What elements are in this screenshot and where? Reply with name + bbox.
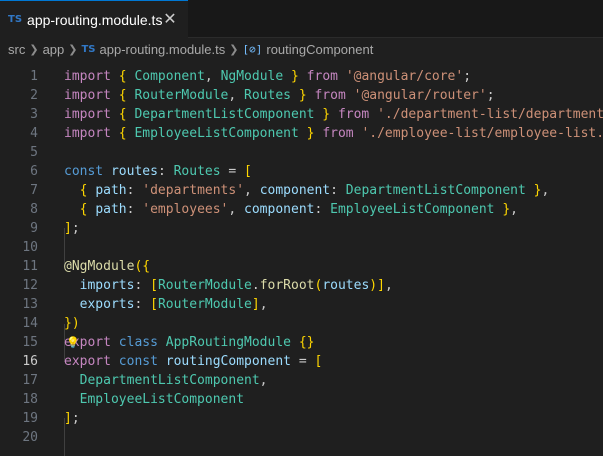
code-line[interactable]: 8 { path: 'employees', component: Employ… xyxy=(0,200,603,219)
breadcrumb-item-app[interactable]: app xyxy=(43,42,65,57)
code-text: ]; xyxy=(64,221,80,236)
line-number: 3 xyxy=(30,107,38,122)
lightbulb-icon[interactable]: 💡 xyxy=(66,333,80,352)
code-text: import { Component, NgModule } from '@an… xyxy=(64,69,472,84)
code-text: exports: [RouterModule], xyxy=(79,297,268,312)
code-line[interactable]: 14}) xyxy=(0,314,603,333)
line-number: 17 xyxy=(22,373,38,388)
code-text: { path: 'employees', component: Employee… xyxy=(79,202,518,217)
close-icon[interactable]: ✕ xyxy=(162,11,178,27)
code-line[interactable]: 9]; xyxy=(0,219,603,238)
line-number: 9 xyxy=(30,221,38,236)
code-line[interactable]: 19]; xyxy=(0,409,603,428)
breadcrumb-item-file[interactable]: app-routing.module.ts xyxy=(100,42,226,57)
line-number: 10 xyxy=(22,240,38,255)
line-number: 15 xyxy=(22,335,38,350)
code-text: import { EmployeeListComponent } from '.… xyxy=(64,126,603,141)
code-line[interactable]: 16 export const routingComponent = [ xyxy=(0,352,603,371)
line-number: 6 xyxy=(30,164,38,179)
code-text: DepartmentListComponent, xyxy=(79,373,268,388)
line-number: 8 xyxy=(30,202,38,217)
typescript-icon: TS xyxy=(81,43,96,55)
line-number: 7 xyxy=(30,183,38,198)
code-text: import { RouterModule, Routes } from '@a… xyxy=(64,88,495,103)
breadcrumb: src ❯ app ❯ TS app-routing.module.ts ❯ [… xyxy=(0,38,603,60)
tab-title: app-routing.module.ts xyxy=(27,11,163,28)
code-line[interactable]: 20 xyxy=(0,428,603,447)
code-line[interactable]: 1 import { Component, NgModule } from '@a… xyxy=(0,67,603,86)
code-line[interactable]: 11 @NgModule({ xyxy=(0,257,603,276)
tab-bar: TS app-routing.module.ts ✕ xyxy=(0,0,603,38)
code-line[interactable]: 12 imports: [RouterModule.forRoot(routes… xyxy=(0,276,603,295)
line-number: 16 xyxy=(22,354,38,369)
code-line[interactable]: 5 xyxy=(0,143,603,162)
code-line[interactable]: 13 exports: [RouterModule], xyxy=(0,295,603,314)
code-line[interactable]: 18 EmployeeListComponent xyxy=(0,390,603,409)
line-number: 12 xyxy=(22,278,38,293)
line-number: 18 xyxy=(22,392,38,407)
chevron-right-icon: ❯ xyxy=(29,42,39,56)
code-text: { path: 'departments', component: Depart… xyxy=(79,183,550,198)
code-text: }) xyxy=(64,316,80,331)
breadcrumb-item-src[interactable]: src xyxy=(8,42,25,57)
code-text: export const routingComponent = [ xyxy=(64,354,323,369)
code-line[interactable]: 10 xyxy=(0,238,603,257)
code-text: import { DepartmentListComponent } from … xyxy=(64,107,603,122)
line-number: 20 xyxy=(22,430,38,445)
line-number: 5 xyxy=(30,145,38,160)
code-line[interactable]: 17 DepartmentListComponent, xyxy=(0,371,603,390)
code-text: EmployeeListComponent xyxy=(79,392,245,407)
tab-app-routing-module[interactable]: TS app-routing.module.ts ✕ xyxy=(0,0,188,38)
line-number: 19 xyxy=(22,411,38,426)
line-number: 11 xyxy=(22,259,38,274)
code-editor[interactable]: 1 import { Component, NgModule } from '@a… xyxy=(0,60,603,456)
chevron-right-icon: ❯ xyxy=(229,42,239,56)
code-text: const routes: Routes = [ xyxy=(64,164,252,179)
line-number: 14 xyxy=(22,316,38,331)
line-number: 4 xyxy=(30,126,38,141)
line-number: 2 xyxy=(30,88,38,103)
typescript-icon: TS xyxy=(8,14,23,25)
line-number: 1 xyxy=(30,69,38,84)
code-line[interactable]: 6 const routes: Routes = [ xyxy=(0,162,603,181)
code-line[interactable]: 2 import { RouterModule, Routes } from '@… xyxy=(0,86,603,105)
code-line[interactable]: 7 { path: 'departments', component: Depa… xyxy=(0,181,603,200)
code-line[interactable]: 4 import { EmployeeListComponent } from '… xyxy=(0,124,603,143)
code-text: ]; xyxy=(64,411,80,426)
code-text: export class AppRoutingModule {} xyxy=(64,335,315,350)
line-number: 13 xyxy=(22,297,38,312)
breadcrumb-item-symbol[interactable]: routingComponent xyxy=(266,42,373,57)
code-line[interactable]: 3 import { DepartmentListComponent } from… xyxy=(0,105,603,124)
code-text: @NgModule({ xyxy=(64,259,151,274)
code-line[interactable]: 15 export class AppRoutingModule {} 💡 xyxy=(0,333,603,352)
code-text: imports: [RouterModule.forRoot(routes)], xyxy=(79,278,393,293)
variable-symbol-icon: [⊘] xyxy=(242,42,263,56)
chevron-right-icon: ❯ xyxy=(68,42,78,56)
